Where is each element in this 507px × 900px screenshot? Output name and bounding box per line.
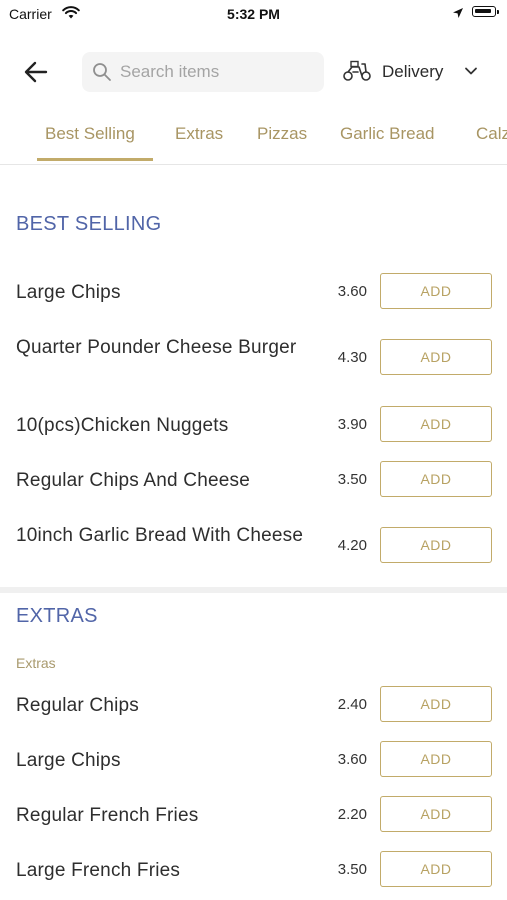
section-subtitle: Extras [16,655,56,671]
tab-extras[interactable]: Extras [175,124,223,144]
add-button[interactable]: ADD [380,339,492,375]
item-price: 3.60 [337,751,367,768]
item-name: 10(pcs)Chicken Nuggets [16,415,229,436]
item-name: Large Chips [16,282,121,303]
delivery-label: Delivery [382,62,444,81]
item-name: Regular Chips And Cheese [16,470,250,491]
add-button[interactable]: ADD [380,741,492,777]
back-arrow-icon[interactable] [22,58,50,86]
search-icon [93,63,111,81]
delivery-mode-selector[interactable]: Delivery [342,54,492,90]
tab-pizzas[interactable]: Pizzas [257,124,307,144]
search-input[interactable] [120,52,316,92]
item-price: 2.40 [337,696,367,713]
item-name: Regular French Fries [16,805,199,826]
status-time: 5:32 PM [227,6,280,22]
item-price: 3.90 [337,416,367,433]
item-name: Regular Chips [16,695,139,716]
item-price: 2.20 [337,806,367,823]
location-arrow-icon [453,8,463,18]
section-divider [0,587,507,593]
item-price: 3.50 [337,471,367,488]
add-button[interactable]: ADD [380,461,492,497]
header-bar: Delivery [0,44,507,100]
add-button[interactable]: ADD [380,406,492,442]
item-name: 10inch Garlic Bread With Cheese [16,525,304,546]
item-name: Quarter Pounder Cheese Burger [16,337,297,358]
item-price: 4.20 [337,537,367,554]
battery-tip [497,10,499,14]
section-title-extras: EXTRAS [16,605,98,627]
add-button[interactable]: ADD [380,851,492,887]
category-tabs: Best Selling Extras Pizzas Garlic Bread … [0,112,507,165]
tab-calzones[interactable]: Calzones [476,124,507,144]
item-name: Large Chips [16,750,121,771]
item-price: 3.60 [337,283,367,300]
chevron-down-icon [465,67,477,75]
add-button[interactable]: ADD [380,273,492,309]
tab-garlic-bread[interactable]: Garlic Bread [340,124,434,144]
status-bar: Carrier 5:32 PM [0,0,507,30]
add-button[interactable]: ADD [380,527,492,563]
search-box[interactable] [82,52,324,92]
active-tab-indicator [37,158,153,161]
item-price: 3.50 [337,861,367,878]
add-button[interactable]: ADD [380,796,492,832]
scooter-icon [343,60,371,81]
tab-best-selling[interactable]: Best Selling [45,124,135,144]
section-title-best-selling: BEST SELLING [16,213,162,235]
item-price: 4.30 [337,349,367,366]
add-button[interactable]: ADD [380,686,492,722]
battery-icon [472,6,496,17]
item-name: Large French Fries [16,860,181,881]
